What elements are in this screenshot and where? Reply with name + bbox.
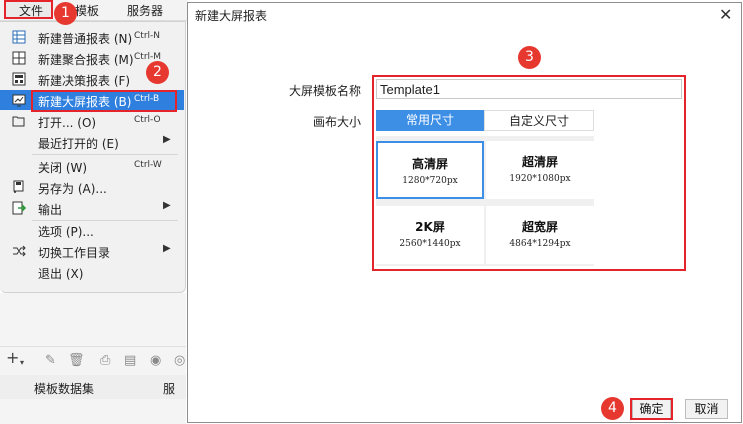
add-dropdown-icon[interactable]: ▾ — [20, 356, 24, 370]
switch-icon — [13, 245, 26, 257]
database-icon[interactable]: ◉ — [150, 354, 161, 368]
preview-icon[interactable]: ⎙ — [100, 354, 110, 368]
menu-item-new-normal-report[interactable]: 新建普通报表 (N) Ctrl-N — [0, 27, 184, 47]
submenu-arrow-icon: ▶ — [163, 200, 171, 211]
menu-bar: 文件 模板 服务器 — [0, 0, 188, 21]
folder-icon — [12, 116, 25, 127]
step-badge-4: 4 — [601, 397, 624, 420]
step-badge-1: 1 — [54, 2, 77, 25]
export-icon — [12, 201, 26, 215]
submenu-arrow-icon: ▶ — [163, 243, 171, 254]
submenu-arrow-icon: ▶ — [163, 134, 171, 145]
big-screen-report-icon — [12, 94, 26, 107]
step-badge-3: 3 — [518, 46, 541, 69]
panel-tabs: 模板数据集 服务 — [0, 375, 186, 413]
template-name-label: 大屏模板名称 — [289, 84, 362, 98]
add-icon[interactable]: + — [6, 350, 19, 366]
save-as-icon — [13, 180, 24, 193]
menu-item-highlight-box — [31, 90, 177, 112]
menu-file[interactable]: 文件 — [19, 2, 43, 19]
settings-highlight-box — [372, 75, 686, 271]
menu-item-save-as[interactable]: 另存为 (A)... — [0, 177, 184, 197]
menu-item-options[interactable]: 选项 (P)... — [0, 220, 184, 240]
dataset-edit-icon[interactable]: ▤ — [124, 354, 136, 368]
cancel-button[interactable]: 取消 — [685, 399, 728, 419]
panel-body — [0, 399, 186, 424]
step-badge-2: 2 — [146, 61, 169, 84]
close-icon[interactable]: ✕ — [719, 5, 732, 24]
dialog-title: 新建大屏报表 — [195, 9, 268, 23]
dashboard-report-icon — [12, 72, 26, 86]
aggregate-report-icon — [12, 51, 26, 65]
delete-icon[interactable]: 🗑 — [68, 354, 85, 368]
menu-item-open[interactable]: 打开... (O) Ctrl-O — [0, 111, 184, 131]
menu-item-exit[interactable]: 退出 (X) — [0, 262, 184, 282]
tab-template-dataset[interactable]: 模板数据集 — [34, 380, 94, 397]
menu-item-recent[interactable]: 最近打开的 (E) ▶ — [0, 132, 184, 152]
menu-item-export[interactable]: 输出 ▶ — [0, 198, 184, 218]
ok-button-highlight-box — [630, 398, 673, 420]
grid-report-icon — [12, 30, 26, 44]
edit-icon[interactable]: ✎ — [45, 354, 56, 368]
menu-template[interactable]: 模板 — [75, 2, 99, 19]
menu-item-switch-workdir[interactable]: 切换工作目录 ▶ — [0, 241, 184, 261]
canvas-size-label: 画布大小 — [313, 115, 362, 129]
dataset-toolbar: + ▾ ✎ 🗑 ⎙ ▤ ◉ ◎ — [0, 346, 186, 376]
database-more-icon[interactable]: ◎ — [174, 354, 185, 368]
menu-server[interactable]: 服务器 — [127, 2, 163, 19]
menu-separator — [32, 154, 178, 155]
menu-item-close[interactable]: 关闭 (W) Ctrl-W — [0, 156, 184, 176]
